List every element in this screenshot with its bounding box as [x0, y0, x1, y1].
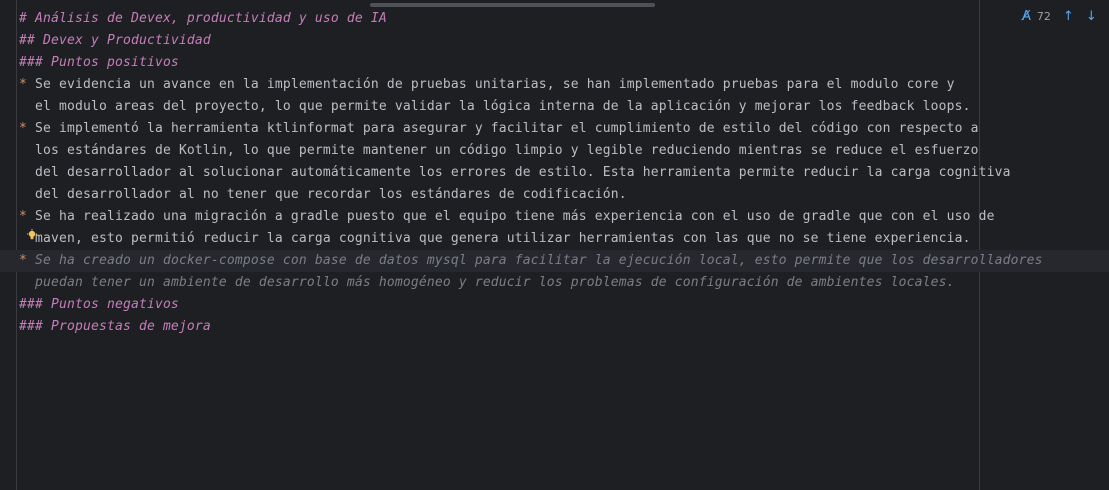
heading-h2: ## Devex y Productividad	[19, 33, 211, 48]
list-item-continuation: del desarrollador al solucionar automáti…	[35, 165, 1011, 180]
editor-line[interactable]: maven, esto permitió reducir la carga co…	[0, 228, 1109, 250]
heading-h3: ### Puntos positivos	[19, 55, 179, 70]
editor-line[interactable]: del desarrollador al no tener que record…	[0, 184, 1109, 206]
editor-line[interactable]: # Análisis de Devex, productividad y uso…	[0, 8, 1109, 30]
markdown-editor[interactable]: # Análisis de Devex, productividad y uso…	[0, 8, 1109, 338]
list-item-text: Se ha creado un docker-compose con base …	[35, 253, 1043, 268]
list-item-continuation: el modulo areas del proyecto, lo que per…	[35, 99, 971, 114]
editor-line[interactable]: el modulo areas del proyecto, lo que per…	[0, 96, 1109, 118]
editor-line[interactable]: los estándares de Kotlin, lo que permite…	[0, 140, 1109, 162]
list-bullet: *	[19, 121, 27, 136]
list-item-text: Se ha realizado una migración a gradle p…	[35, 209, 995, 224]
editor-line[interactable]: ## Devex y Productividad	[0, 30, 1109, 52]
editor-line[interactable]: * Se implementó la herramienta ktlinform…	[0, 118, 1109, 140]
editor-line-current[interactable]: * Se ha creado un docker-compose con bas…	[0, 250, 1109, 272]
editor-line[interactable]: * Se ha realizado una migración a gradle…	[0, 206, 1109, 228]
heading-h1: # Análisis de Devex, productividad y uso…	[19, 11, 387, 26]
list-item-continuation: del desarrollador al no tener que record…	[35, 187, 627, 202]
editor-line[interactable]: ### Propuestas de mejora	[0, 316, 1109, 338]
list-item-text: Se evidencia un avance en la implementac…	[35, 77, 955, 92]
list-bullet: *	[19, 253, 27, 268]
list-item-continuation: los estándares de Kotlin, lo que permite…	[35, 143, 979, 158]
editor-line[interactable]: ### Puntos positivos	[0, 52, 1109, 74]
heading-h3: ### Propuestas de mejora	[19, 319, 211, 334]
list-item-continuation: maven, esto permitió reducir la carga co…	[35, 231, 971, 246]
editor-line[interactable]: ### Puntos negativos	[0, 294, 1109, 316]
editor-line[interactable]: puedan tener un ambiente de desarrollo m…	[0, 272, 1109, 294]
editor-line[interactable]: del desarrollador al solucionar automáti…	[0, 162, 1109, 184]
list-item-text: Se implementó la herramienta ktlinformat…	[35, 121, 979, 136]
editor-line[interactable]: * Se evidencia un avance en la implement…	[0, 74, 1109, 96]
horizontal-scrollbar[interactable]	[370, 3, 655, 7]
list-bullet: *	[19, 209, 27, 224]
list-item-continuation: puedan tener un ambiente de desarrollo m…	[35, 275, 955, 290]
heading-h3: ### Puntos negativos	[19, 297, 179, 312]
list-bullet: *	[19, 77, 27, 92]
lightbulb-icon[interactable]	[26, 229, 38, 241]
